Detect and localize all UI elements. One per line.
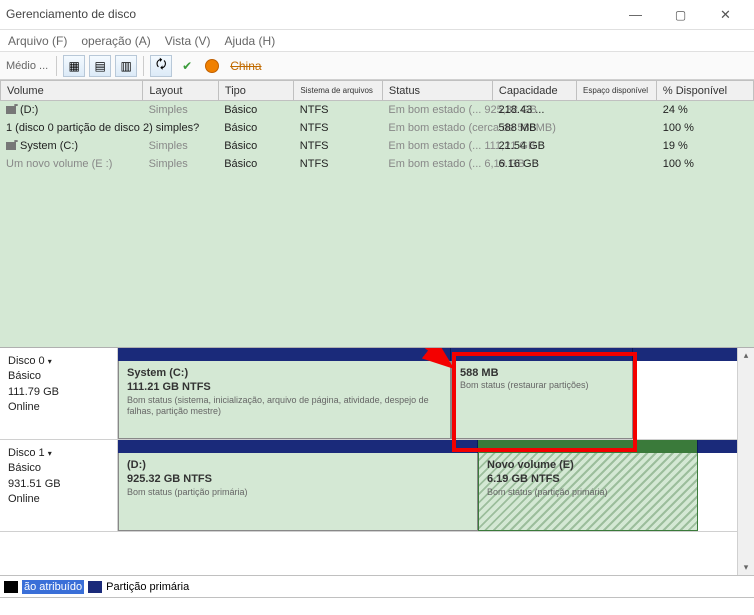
col-fs[interactable]: Sistema de arquivos	[294, 81, 382, 101]
toolbar-left-label[interactable]: Médio ...	[4, 60, 50, 72]
window-close-button[interactable]	[703, 3, 748, 27]
cell-status: Em bom estado (... 6,19 GB	[382, 155, 492, 173]
volume-table-body[interactable]: (D:)SimplesBásicoNTFSEm bom estado (... …	[0, 101, 754, 347]
cell-capacity: 218.43 ...	[493, 101, 577, 119]
cell-volume: System (C:)	[0, 137, 143, 155]
table-row[interactable]: Um novo volume (E :)SimplesBásicoNTFSEm …	[0, 155, 754, 173]
cell-fs: NTFS	[294, 101, 383, 119]
cell-volume: (D:)	[0, 101, 143, 119]
graphical-disk-area: Disco 0 ▾Básico111.79 GBOnlineSystem (C:…	[0, 347, 754, 575]
cell-capacity: 6.16 GB	[493, 155, 577, 173]
cell-pct: 100 %	[657, 155, 754, 173]
cell-free	[577, 101, 657, 119]
table-row[interactable]: 1 (disco 0 partição de disco 2) simples?…	[0, 119, 754, 137]
cell-fs: NTFS	[294, 155, 383, 173]
cell-type: Básico	[218, 119, 294, 137]
legend-bar: ão atribuído Partição primária	[0, 575, 754, 597]
toolbar-button-refresh[interactable]: 🗘	[150, 55, 172, 77]
legend-primary: Partição primária	[106, 581, 189, 593]
partition[interactable]: System (C:)111.21 GB NTFSBom status (sis…	[118, 361, 451, 439]
col-status[interactable]: Status	[382, 81, 492, 101]
toolbar-button-check[interactable]: ✔	[176, 55, 198, 77]
cell-layout: Simples	[143, 155, 219, 173]
cell-type: Básico	[218, 137, 294, 155]
toolbar-decor-text: China	[228, 59, 263, 73]
disk-partitions: System (C:)111.21 GB NTFSBom status (sis…	[118, 348, 754, 439]
cell-free	[577, 137, 657, 155]
cell-volume: Um novo volume (E :)	[0, 155, 143, 173]
disk-row-disk0: Disco 0 ▾Básico111.79 GBOnlineSystem (C:…	[0, 348, 754, 440]
col-type[interactable]: Tipo	[218, 81, 294, 101]
window-maximize-button[interactable]	[658, 3, 703, 27]
table-row[interactable]: System (C:)SimplesBásicoNTFSEm bom estad…	[0, 137, 754, 155]
legend-swatch-unalloc	[4, 581, 18, 593]
col-free[interactable]: Espaço disponível	[577, 81, 657, 101]
scroll-up-icon[interactable]: ▴	[744, 348, 749, 363]
status-bar	[0, 597, 754, 615]
legend-unalloc: ão atribuído	[22, 580, 84, 594]
titlebar: Gerenciamento de disco	[0, 0, 754, 30]
cell-capacity: 21.54 GB	[493, 137, 577, 155]
cell-capacity: 588 MB	[493, 119, 577, 137]
drive-icon	[6, 106, 16, 114]
cell-pct: 19 %	[657, 137, 754, 155]
scroll-down-icon[interactable]: ▾	[744, 560, 749, 575]
drive-icon	[6, 142, 16, 150]
cell-status: Em bom estado (cerca de 588MB)	[382, 119, 492, 137]
disk-row-disk1: Disco 1 ▾Básico931.51 GBOnline(D:)925.32…	[0, 440, 754, 532]
toolbar-button-2[interactable]: ▤	[89, 55, 111, 77]
cell-type: Básico	[218, 101, 294, 119]
explorer-icon	[205, 59, 219, 73]
col-layout[interactable]: Layout	[143, 81, 219, 101]
toolbar-button-3[interactable]: ▥	[115, 55, 137, 77]
refresh-icon: 🗘	[156, 55, 167, 76]
cell-free	[577, 155, 657, 173]
menu-help[interactable]: Ajuda (H)	[221, 32, 280, 50]
toolbar: Médio ... ▦ ▤ ▥ 🗘 ✔ China	[0, 52, 754, 80]
grid-icon: ▦	[69, 59, 80, 73]
cell-pct: 100 %	[657, 119, 754, 137]
check-icon: ✔	[182, 59, 192, 73]
cell-status: Em bom estado (... 925,32 GB	[382, 101, 492, 119]
cell-free	[577, 119, 657, 137]
window-minimize-button[interactable]	[613, 3, 658, 27]
cell-status: Em bom estado (... 111,21 GB	[382, 137, 492, 155]
menubar: Arquivo (F) operação (A) Vista (V) Ajuda…	[0, 30, 754, 52]
disk-partitions: (D:)925.32 GB NTFSBom status (partição p…	[118, 440, 754, 531]
disk-label: Disco 0 ▾Básico111.79 GBOnline	[0, 348, 118, 439]
cell-pct: 24 %	[657, 101, 754, 119]
window-title: Gerenciamento de disco	[6, 7, 136, 21]
menu-view[interactable]: Vista (V)	[161, 32, 215, 50]
col-pct[interactable]: % Disponível	[656, 81, 753, 101]
partition[interactable]: 588 MBBom status (restaurar partições)	[451, 361, 633, 439]
cell-volume: 1 (disco 0 partição de disco 2) simples?	[0, 119, 143, 137]
cell-layout: Simples	[143, 101, 219, 119]
cell-fs: NTFS	[294, 137, 383, 155]
partition[interactable]: Novo volume (E)6.19 GB NTFSBom status (p…	[478, 453, 698, 531]
table-row[interactable]: (D:)SimplesBásicoNTFSEm bom estado (... …	[0, 101, 754, 119]
toolbar-button-explorer[interactable]	[202, 55, 224, 77]
layout-icon: ▤	[95, 59, 106, 73]
legend-swatch-primary	[88, 581, 102, 593]
layout2-icon: ▥	[121, 59, 132, 73]
menu-file[interactable]: Arquivo (F)	[4, 32, 71, 50]
disk-label: Disco 1 ▾Básico931.51 GBOnline	[0, 440, 118, 531]
cell-layout: Simples	[143, 137, 219, 155]
cell-type: Básico	[218, 155, 294, 173]
cell-fs: NTFS	[294, 119, 383, 137]
toolbar-button-1[interactable]: ▦	[63, 55, 85, 77]
col-volume[interactable]: Volume	[1, 81, 143, 101]
menu-action[interactable]: operação (A)	[77, 32, 154, 50]
volume-table: Volume Layout Tipo Sistema de arquivos S…	[0, 80, 754, 101]
vertical-scrollbar[interactable]: ▴ ▾	[737, 348, 754, 575]
col-capacity[interactable]: Capacidade	[492, 81, 576, 101]
partition[interactable]: (D:)925.32 GB NTFSBom status (partição p…	[118, 453, 478, 531]
